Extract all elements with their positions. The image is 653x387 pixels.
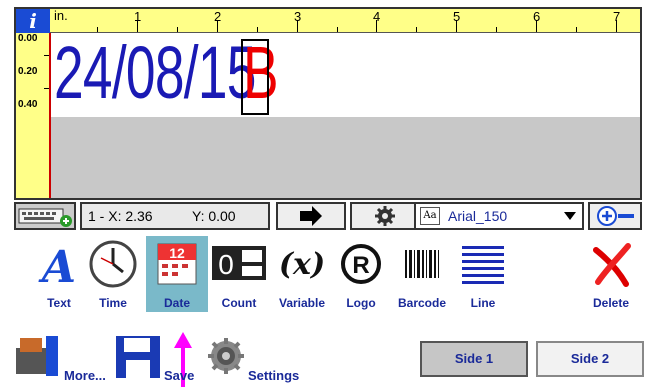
properties-button[interactable]: [350, 202, 420, 230]
calendar-number: 12: [169, 245, 185, 261]
status-bar: 1 - X: 2.36 Y: 0.00 Aa Arial_150: [14, 202, 642, 230]
ruler-tick: [337, 27, 338, 32]
vruler-mark: 0.40: [18, 99, 38, 110]
text-icon: A: [38, 242, 76, 293]
printer-more-icon: [16, 336, 58, 376]
variable-symbol: (x): [279, 247, 325, 282]
settings-gears-icon: [208, 338, 244, 374]
font-name: Arial_150: [448, 208, 508, 224]
text-tool-button[interactable]: A Text: [28, 236, 90, 312]
font-icon: Aa: [420, 207, 440, 225]
info-icon[interactable]: i: [16, 9, 50, 33]
y-coordinate: Y: 0.00: [192, 208, 236, 224]
ruler-tick: [536, 20, 537, 32]
keyboard-icon: [18, 208, 72, 227]
ruler-tick: [376, 20, 377, 32]
logo-symbol: R: [352, 252, 369, 279]
vertical-ruler: 0.00 0.20 0.40: [16, 33, 50, 198]
keyboard-button[interactable]: [14, 202, 76, 230]
settings-label: Settings: [248, 368, 300, 383]
floppy-disk-icon: [116, 336, 160, 378]
ruler-tick: [496, 27, 497, 32]
more-button[interactable]: More...: [12, 328, 112, 387]
selection-box: [241, 39, 269, 115]
settings-button[interactable]: Settings: [204, 328, 314, 387]
tool-label: Delete: [592, 296, 630, 310]
ruler-unit: in.: [54, 8, 68, 23]
tool-label: Barcode: [397, 296, 447, 310]
tab-side-2[interactable]: Side 2: [536, 341, 644, 377]
date-field[interactable]: 24/08/15: [54, 23, 256, 123]
logo-tool-button[interactable]: R Logo: [330, 236, 392, 312]
font-selector[interactable]: Aa Arial_150: [414, 202, 584, 230]
chevron-down-icon: [564, 212, 576, 220]
zoom-button[interactable]: [588, 202, 642, 230]
count-tool-button[interactable]: 0 Count: [208, 236, 270, 312]
tool-label: Variable: [278, 296, 326, 310]
more-label: More...: [64, 368, 106, 383]
counter-icon: 0: [212, 246, 266, 280]
delete-tool-button[interactable]: Delete: [580, 236, 642, 312]
tool-label: Date: [163, 296, 190, 310]
coordinates-display: 1 - X: 2.36 Y: 0.00: [80, 202, 270, 230]
counter-digit: 0: [218, 249, 234, 280]
calendar-icon: 12: [157, 243, 197, 285]
tool-label: Time: [99, 296, 127, 310]
printer-label-editor: i in. 1 2 3 4 5 6 7 0.00 0.20 0.40 24/08…: [0, 0, 653, 387]
variable-tool-button[interactable]: (x) Variable: [271, 236, 333, 312]
ruler-tick: [416, 27, 417, 32]
label-canvas[interactable]: i in. 1 2 3 4 5 6 7 0.00 0.20 0.40 24/08…: [14, 7, 642, 200]
arrow-right-icon: [300, 206, 322, 226]
x-coordinate: 1 - X: 2.36: [88, 208, 153, 224]
ruler-tick: [297, 20, 298, 32]
save-button[interactable]: Save: [114, 328, 194, 387]
date-tool-button[interactable]: 12 Date: [146, 236, 208, 312]
ruler-tick: [616, 20, 617, 32]
svg-text:A: A: [38, 242, 76, 292]
tab-side-1[interactable]: Side 1: [420, 341, 528, 377]
save-label: Save: [164, 368, 195, 383]
delete-icon: [593, 243, 631, 287]
ruler-tick: [576, 27, 577, 32]
clock-icon: [89, 240, 137, 288]
barcode-tool-button[interactable]: Barcode: [391, 236, 453, 312]
vruler-mark: 0.00: [18, 33, 38, 44]
next-field-button[interactable]: [276, 202, 346, 230]
vruler-mark: 0.20: [18, 66, 38, 77]
barcode-icon: [405, 250, 439, 278]
tool-label: Text: [47, 296, 71, 310]
print-start-marker: [49, 33, 51, 198]
time-tool-button[interactable]: Time: [82, 236, 144, 312]
tool-label: Count: [221, 296, 257, 310]
registered-icon: R: [341, 244, 381, 284]
tool-label: Line: [470, 296, 496, 310]
ruler-tick: [456, 20, 457, 32]
gear-icon: [375, 206, 395, 226]
tool-label: Logo: [346, 296, 376, 310]
lines-icon: [462, 246, 504, 284]
variable-icon: (x): [279, 247, 325, 282]
line-tool-button[interactable]: Line: [452, 236, 514, 312]
zoom-icon: [597, 206, 634, 226]
